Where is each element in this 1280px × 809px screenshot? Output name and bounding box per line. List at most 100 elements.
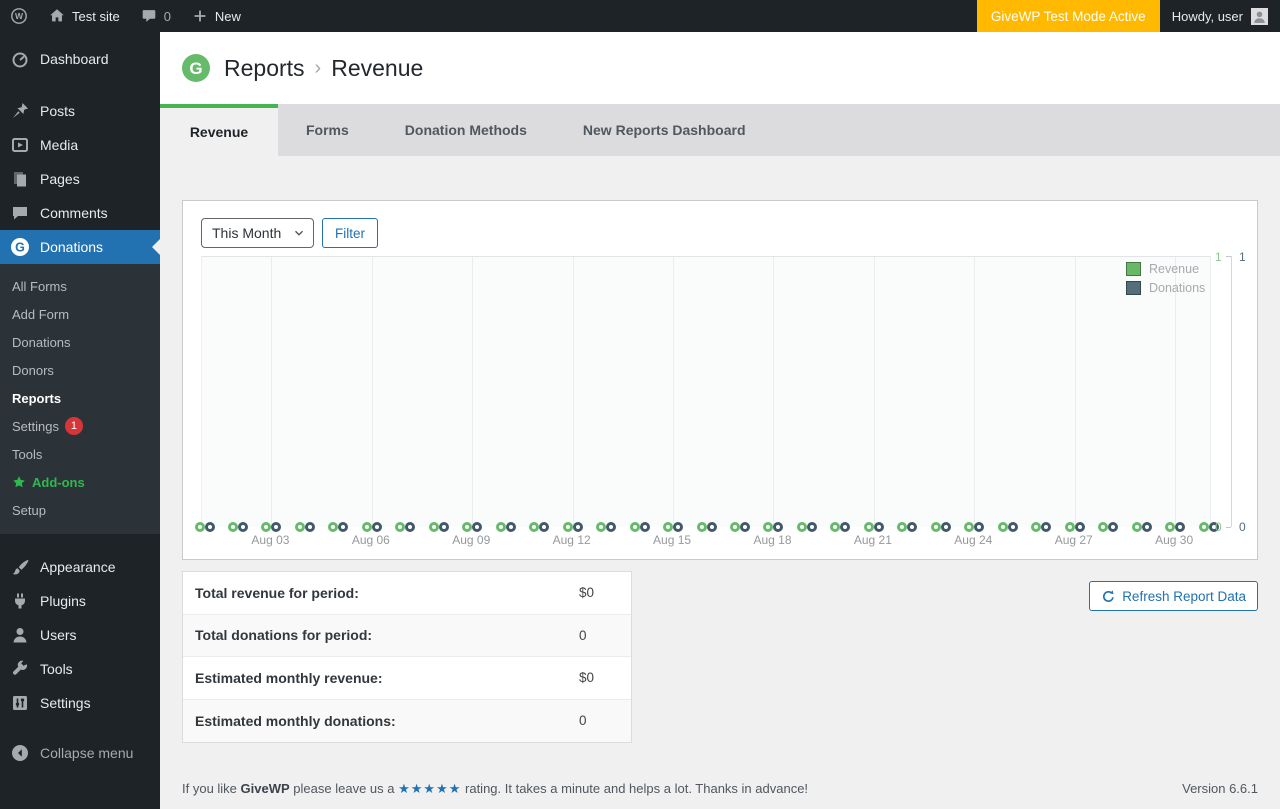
revenue-point: [462, 522, 473, 532]
wrench-icon: [10, 659, 30, 679]
x-tick-label: Aug 18: [753, 533, 792, 547]
legend-item-donations[interactable]: Donations: [1126, 281, 1205, 295]
wordpress-menu[interactable]: W: [0, 0, 38, 32]
donation-point: [1175, 522, 1186, 532]
brand-name: GiveWP: [240, 781, 290, 796]
subitem-label: Donations: [12, 334, 71, 350]
legend-label: Revenue: [1149, 262, 1200, 276]
admin-bar: W Test site 0 New GiveWP Test Mode Activ…: [0, 0, 1280, 32]
sidebar-item-plugins[interactable]: Plugins: [0, 584, 160, 618]
revenue-point: [596, 522, 607, 532]
x-tick-label: Aug 24: [954, 533, 993, 547]
revenue-point: [1131, 522, 1142, 532]
tab-donation-methods[interactable]: Donation Methods: [377, 104, 555, 156]
revenue-point: [361, 522, 372, 532]
donation-point: [639, 522, 650, 532]
donation-point: [572, 522, 583, 532]
revenue-point: [227, 522, 238, 532]
sidebar-item-appearance[interactable]: Appearance: [0, 550, 160, 584]
collapse-label: Collapse menu: [40, 745, 134, 761]
sidebar-subitem-donations[interactable]: Donations: [0, 328, 160, 356]
filter-button[interactable]: Filter: [322, 218, 378, 248]
sidebar-item-media[interactable]: Media: [0, 128, 160, 162]
sidebar-menu-top: Dashboard Posts Media Pages Comments: [0, 32, 160, 230]
site-name-link[interactable]: Test site: [38, 0, 130, 32]
table-row: Estimated monthly donations: 0: [183, 699, 631, 742]
donation-point: [1074, 522, 1085, 532]
donation-point: [338, 522, 349, 532]
tab-forms[interactable]: Forms: [278, 104, 377, 156]
row-label: Total donations for period:: [195, 627, 373, 644]
sidebar-item-label: Media: [40, 137, 79, 153]
admin-sidebar: Dashboard Posts Media Pages Comments G Donat…: [0, 32, 160, 809]
table-row: Total revenue for period: $0: [183, 572, 631, 615]
filter-row: This Month Filter: [201, 218, 1239, 248]
table-row: Estimated monthly revenue: $0: [183, 657, 631, 700]
givewp-test-mode-badge[interactable]: GiveWP Test Mode Active: [976, 0, 1160, 32]
sidebar-item-posts[interactable]: Posts: [0, 94, 160, 128]
sidebar-item-donations[interactable]: G Donations: [0, 230, 160, 264]
axis-tick: [1226, 256, 1231, 257]
svg-text:G: G: [15, 240, 25, 254]
page-header: G Reports › Revenue: [160, 32, 1280, 104]
sidebar-subitem-add-ons[interactable]: Add-ons: [0, 468, 160, 496]
revenue-point: [562, 522, 573, 532]
period-select[interactable]: This Month: [201, 218, 314, 248]
sidebar-item-tools[interactable]: Tools: [0, 652, 160, 686]
rating-stars-link[interactable]: ★★★★★: [398, 781, 461, 796]
tab-revenue[interactable]: Revenue: [160, 104, 278, 156]
sidebar-item-label: Posts: [40, 103, 76, 119]
revenue-point: [495, 522, 506, 532]
sidebar-subitem-tools[interactable]: Tools: [0, 440, 160, 468]
dashboard-icon: [10, 49, 30, 69]
collapse-menu-button[interactable]: Collapse menu: [0, 736, 160, 770]
revenue-point: [930, 522, 941, 532]
rating-request: If you like GiveWP please leave us a ★★★…: [182, 781, 808, 797]
pin-icon: [10, 101, 30, 121]
revenue-point: [1165, 522, 1176, 532]
sidebar-subitem-add-form[interactable]: Add Form: [0, 300, 160, 328]
home-icon: [48, 7, 66, 25]
sidebar-item-pages[interactable]: Pages: [0, 162, 160, 196]
gridline: [572, 257, 574, 527]
revenue-point: [529, 522, 540, 532]
comment-bubble-icon: [140, 7, 158, 25]
star-icon: [12, 475, 26, 489]
sidebar-item-dashboard[interactable]: Dashboard: [0, 42, 160, 76]
y-axis-donations-label: 1: [1239, 250, 1246, 264]
revenue-point: [1098, 522, 1109, 532]
y-axis-revenue-label: 1: [1215, 250, 1222, 264]
media-icon: [10, 135, 30, 155]
breadcrumb-section: Reports: [224, 54, 305, 81]
sidebar-item-settings[interactable]: Settings: [0, 686, 160, 720]
x-tick-label: Aug 30: [1155, 533, 1194, 547]
sidebar-subitem-donors[interactable]: Donors: [0, 356, 160, 384]
sidebar-item-comments[interactable]: Comments: [0, 196, 160, 230]
refresh-report-button[interactable]: Refresh Report Data: [1089, 581, 1258, 611]
pages-icon: [10, 169, 30, 189]
sidebar-item-label: Dashboard: [40, 51, 109, 67]
donation-point: [237, 522, 248, 532]
donation-point: [673, 522, 684, 532]
revenue-point: [796, 522, 807, 532]
donation-point: [907, 522, 918, 532]
account-menu[interactable]: Howdy, user: [1160, 0, 1280, 32]
sidebar-subitem-reports[interactable]: Reports: [0, 384, 160, 412]
revenue-point: [964, 522, 975, 532]
current-menu-arrow: [144, 239, 160, 255]
donation-point: [1007, 522, 1018, 532]
new-content-button[interactable]: New: [181, 0, 251, 32]
sidebar-item-users[interactable]: Users: [0, 618, 160, 652]
gridline: [472, 257, 474, 527]
legend-item-revenue[interactable]: Revenue: [1126, 262, 1205, 276]
sidebar-subitem-setup[interactable]: Setup: [0, 496, 160, 524]
gridline: [873, 257, 875, 527]
sidebar-subitem-settings[interactable]: Settings 1: [0, 412, 160, 440]
chart-plot[interactable]: [194, 256, 1219, 532]
new-label: New: [214, 8, 241, 24]
revenue-point: [428, 522, 439, 532]
sidebar-subitem-all-forms[interactable]: All Forms: [0, 272, 160, 300]
comments-link[interactable]: 0: [130, 0, 181, 32]
tab-new-reports-dashboard[interactable]: New Reports Dashboard: [555, 104, 774, 156]
comments-icon: [10, 203, 30, 223]
